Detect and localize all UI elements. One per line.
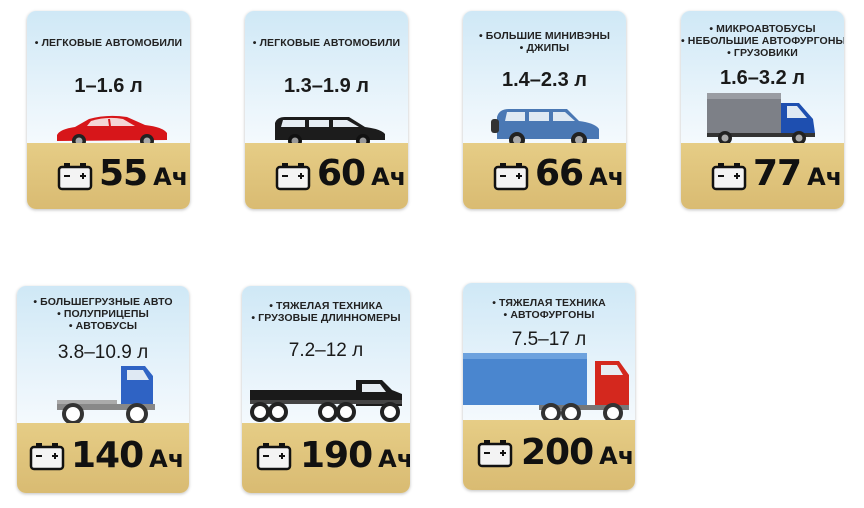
engine-volume: 1.3–1.9 л (284, 75, 369, 97)
capacity-unit: Ач (378, 445, 410, 473)
vehicle-type-label: • ТЯЖЕЛАЯ ТЕХНИКА (269, 300, 383, 312)
battery-icon (29, 443, 65, 471)
vehicle-type-label: • МИКРОАВТОБУСЫ (709, 23, 816, 35)
capacity-unit: Ач (149, 445, 185, 473)
engine-volume: 1.6–3.2 л (720, 67, 805, 89)
vehicle-type-label: • ЛЕГКОВЫЕ АВТОМОБИЛИ (34, 37, 183, 49)
battery-capacity: 66 Ач (535, 153, 624, 194)
vehicle-type-list: • ТЯЖЕЛАЯ ТЕХНИКА • ГРУЗОВЫЕ ДЛИННОМЕРЫ (242, 300, 410, 324)
semi-trailer-truck-icon (463, 353, 635, 425)
capacity-value: 55 (99, 153, 148, 194)
battery-icon (256, 443, 292, 471)
battery-card-6: • ТЯЖЕЛАЯ ТЕХНИКА • ГРУЗОВЫЕ ДЛИННОМЕРЫ … (242, 286, 410, 493)
vehicle-type-list: • БОЛЬШИЕ МИНИВЭНЫ • ДЖИПЫ (463, 30, 626, 54)
vehicle-type-list: • БОЛЬШЕГРУЗНЫЕ АВТО • ПОЛУПРИЦЕПЫ • АВТ… (17, 296, 189, 332)
battery-icon (477, 440, 513, 468)
battery-card-1: • ЛЕГКОВЫЕ АВТОМОБИЛИ 1–1.6 л 55 Ач (27, 11, 190, 209)
capacity-value: 200 (521, 432, 594, 473)
vehicle-type-label: • АВТОФУРГОНЫ (503, 309, 595, 321)
battery-capacity: 140 Ач (71, 435, 184, 476)
battery-card-4: • МИКРОАВТОБУСЫ • НЕБОЛЬШИЕ АВТОФУРГОНЫ … (681, 11, 844, 209)
battery-card-5: • БОЛЬШЕГРУЗНЫЕ АВТО • ПОЛУПРИЦЕПЫ • АВТ… (17, 286, 189, 493)
battery-card-2: • ЛЕГКОВЫЕ АВТОМОБИЛИ 1.3–1.9 л 60 Ач (245, 11, 408, 209)
engine-volume: 3.8–10.9 л (57, 342, 149, 363)
capacity-unit: Ач (807, 163, 843, 191)
capacity-unit: Ач (599, 442, 635, 470)
capacity-panel: 55 Ач (27, 143, 190, 209)
vehicle-type-label: • ДЖИПЫ (519, 42, 570, 54)
battery-icon (493, 163, 529, 191)
battery-capacity: 77 Ач (753, 153, 842, 194)
battery-capacity: 190 Ач (300, 435, 410, 476)
vehicle-type-label: • ТЯЖЕЛАЯ ТЕХНИКА (492, 297, 606, 309)
vehicle-type-label: • ЛЕГКОВЫЕ АВТОМОБИЛИ (252, 37, 401, 49)
vehicle-type-label: • ГРУЗОВИКИ (727, 47, 798, 59)
vehicle-type-label: • ГРУЗОВЫЕ ДЛИННОМЕРЫ (251, 312, 401, 324)
flatbed-truck-icon (242, 374, 410, 430)
engine-volume: 1–1.6 л (74, 75, 143, 97)
capacity-value: 140 (71, 435, 144, 476)
vehicle-type-label: • ПОЛУПРИЦЕПЫ (57, 308, 149, 320)
battery-capacity: 200 Ач (521, 432, 634, 473)
capacity-value: 77 (753, 153, 802, 194)
capacity-panel: 190 Ач (242, 423, 410, 493)
battery-icon (275, 163, 311, 191)
vehicle-type-list: • ЛЕГКОВЫЕ АВТОМОБИЛИ (27, 37, 190, 49)
battery-icon (57, 163, 93, 191)
vehicle-type-list: • ЛЕГКОВЫЕ АВТОМОБИЛИ (245, 37, 408, 49)
battery-card-3: • БОЛЬШИЕ МИНИВЭНЫ • ДЖИПЫ 1.4–2.3 л 66 А… (463, 11, 626, 209)
vehicle-type-label: • БОЛЬШЕГРУЗНЫЕ АВТО (33, 296, 173, 308)
capacity-panel: 200 Ач (463, 420, 635, 490)
engine-volume: 7.2–12 л (288, 340, 364, 361)
capacity-value: 60 (317, 153, 366, 194)
capacity-panel: 60 Ач (245, 143, 408, 209)
capacity-unit: Ач (589, 163, 625, 191)
capacity-value: 190 (300, 435, 373, 476)
vehicle-type-list: • МИКРОАВТОБУСЫ • НЕБОЛЬШИЕ АВТОФУРГОНЫ … (681, 23, 844, 59)
capacity-unit: Ач (153, 163, 189, 191)
engine-volume: 1.4–2.3 л (502, 69, 587, 91)
battery-capacity: 55 Ач (99, 153, 188, 194)
battery-icon (711, 163, 747, 191)
capacity-panel: 140 Ач (17, 423, 189, 493)
tractor-unit-icon (17, 362, 189, 428)
van-truck-icon (681, 91, 844, 147)
engine-volume: 7.5–17 л (511, 329, 587, 350)
vehicle-type-label: • БОЛЬШИЕ МИНИВЭНЫ (478, 30, 611, 42)
vehicle-type-label: • АВТОБУСЫ (68, 320, 138, 332)
vehicle-type-label: • НЕБОЛЬШИЕ АВТОФУРГОНЫ (681, 35, 844, 47)
battery-card-7: • ТЯЖЕЛАЯ ТЕХНИКА • АВТОФУРГОНЫ 7.5–17 л… (463, 283, 635, 490)
vehicle-type-list: • ТЯЖЕЛАЯ ТЕХНИКА • АВТОФУРГОНЫ (463, 297, 635, 321)
capacity-panel: 66 Ач (463, 143, 626, 209)
capacity-panel: 77 Ач (681, 143, 844, 209)
battery-capacity: 60 Ач (317, 153, 406, 194)
capacity-unit: Ач (371, 163, 407, 191)
capacity-value: 66 (535, 153, 584, 194)
